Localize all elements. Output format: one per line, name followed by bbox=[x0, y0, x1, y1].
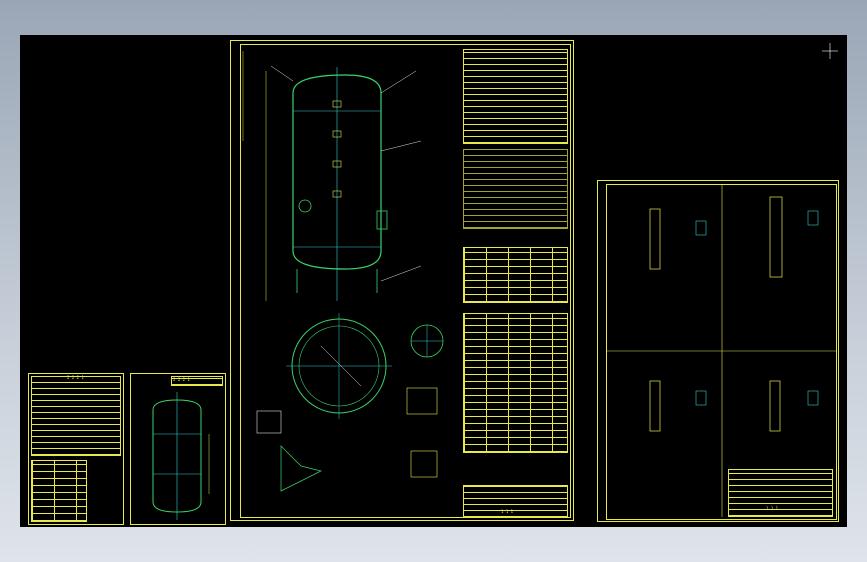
sheet-main-drawing[interactable]: 1 1 1 bbox=[230, 40, 574, 521]
title-block-text: 2 2 2 1 bbox=[67, 375, 84, 380]
detail-drawings bbox=[606, 184, 837, 517]
sheet-details[interactable]: 1 1 1 bbox=[597, 180, 839, 522]
small-vessel-drawing bbox=[152, 392, 210, 520]
main-vessel-drawing bbox=[242, 51, 444, 492]
sheet-data-table[interactable]: 2 2 2 1 bbox=[28, 373, 124, 525]
crosshair-cursor-icon bbox=[822, 43, 838, 59]
table-parts bbox=[31, 460, 87, 522]
cad-viewport[interactable]: 2 2 2 1 2 2 2 1 1 1 1 1 1 1 bbox=[20, 35, 847, 527]
sheet-small-vessel[interactable]: 2 2 2 1 bbox=[130, 373, 226, 525]
table-spec bbox=[31, 376, 121, 456]
